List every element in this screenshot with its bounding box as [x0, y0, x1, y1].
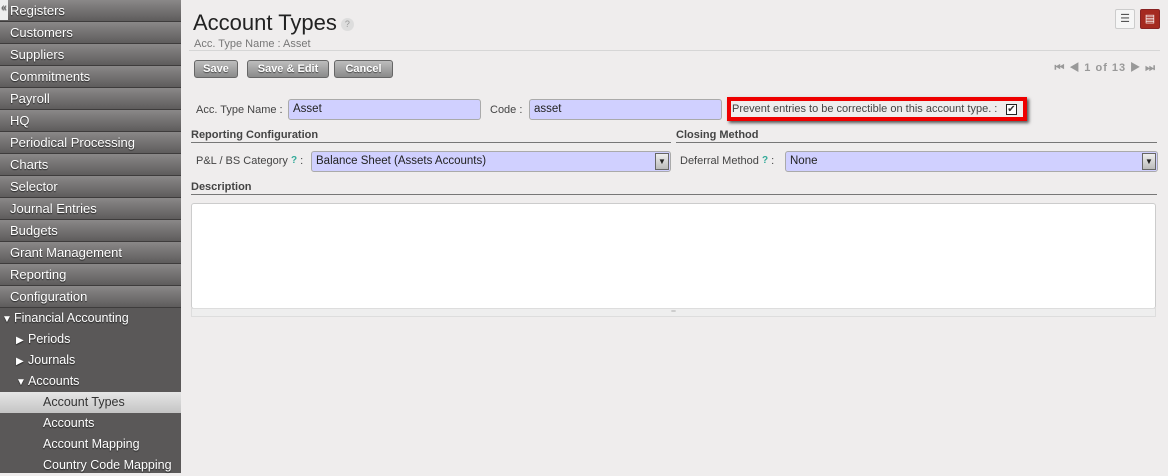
description-textarea[interactable]	[191, 203, 1156, 309]
record-subtitle: Acc. Type Name : Asset	[194, 38, 311, 50]
menu-reporting[interactable]: Reporting	[0, 264, 181, 286]
tree-label: Financial Accounting	[14, 311, 129, 325]
highlight-box: Prevent entries to be correctible on thi…	[727, 97, 1027, 121]
pl-bs-category-label: P&L / BS Category ? :	[196, 155, 303, 167]
sidebar: «Registers Customers Suppliers Commitmen…	[0, 0, 181, 473]
page-title: Account Types?	[193, 10, 354, 36]
triangle-right-icon: ▶	[16, 335, 24, 346]
tree-journals[interactable]: ▶ Journals	[0, 350, 181, 371]
collapse-sidebar-button[interactable]: «	[0, 0, 8, 20]
code-input[interactable]: asset	[529, 99, 722, 120]
tree-account-mapping[interactable]: Account Mapping	[0, 434, 181, 455]
tree-label: Periods	[28, 332, 71, 346]
pl-bs-category-select[interactable]: Balance Sheet (Assets Accounts) ▼	[311, 151, 671, 172]
colon: :	[300, 155, 304, 167]
page-indicator: 1 of 13	[1084, 62, 1127, 74]
form-view-icon[interactable]: ▤	[1140, 9, 1160, 29]
closing-section-header: Closing Method	[676, 129, 1157, 143]
select-value: None	[790, 155, 818, 167]
help-icon[interactable]: ?	[762, 155, 768, 166]
dropdown-arrow-icon[interactable]: ▼	[655, 153, 669, 170]
menu-hq[interactable]: HQ	[0, 110, 181, 132]
list-view-icon[interactable]: ☰	[1115, 9, 1135, 29]
menu-customers[interactable]: Customers	[0, 22, 181, 44]
deferral-method-select[interactable]: None ▼	[785, 151, 1158, 172]
code-label: Code :	[490, 104, 523, 116]
save-button[interactable]: Save	[194, 60, 238, 78]
cancel-button[interactable]: Cancel	[334, 60, 393, 78]
last-page-icon[interactable]: ⏭	[1145, 62, 1156, 74]
triangle-right-icon: ▶	[16, 356, 24, 367]
deferral-method-label: Deferral Method ? :	[680, 155, 774, 167]
title-text: Account Types	[193, 10, 337, 35]
menu-charts[interactable]: Charts	[0, 154, 181, 176]
colon: :	[771, 155, 775, 167]
menu-suppliers[interactable]: Suppliers	[0, 44, 181, 66]
divider	[189, 50, 1160, 51]
help-icon[interactable]: ?	[340, 17, 354, 31]
prevent-entries-checkbox[interactable]: ✔	[1006, 104, 1017, 115]
menu-registers[interactable]: «Registers	[0, 0, 181, 22]
menu-label: Registers	[10, 3, 65, 18]
menu-payroll[interactable]: Payroll	[0, 88, 181, 110]
prev-page-icon[interactable]: ◀	[1069, 62, 1080, 74]
triangle-down-icon: ▼	[2, 314, 12, 325]
menu-selector[interactable]: Selector	[0, 176, 181, 198]
next-page-icon[interactable]: ▶	[1130, 62, 1141, 74]
label-text: Deferral Method	[680, 155, 759, 167]
tree-label: Journals	[28, 353, 76, 367]
dropdown-arrow-icon[interactable]: ▼	[1142, 153, 1156, 170]
first-page-icon[interactable]: ⏮	[1054, 62, 1065, 74]
help-icon[interactable]: ?	[291, 155, 297, 166]
pager: ⏮ ◀ 1 of 13 ▶ ⏭	[1054, 62, 1156, 75]
tree-periods[interactable]: ▶ Periods	[0, 329, 181, 350]
menu-journal-entries[interactable]: Journal Entries	[0, 198, 181, 220]
tree-financial-accounting[interactable]: ▼ Financial Accounting	[0, 308, 181, 329]
main-content: Account Types? Acc. Type Name : Asset ☰ …	[181, 0, 1168, 473]
reporting-section-header: Reporting Configuration	[191, 129, 671, 143]
save-edit-button[interactable]: Save & Edit	[247, 60, 329, 78]
acc-type-name-input[interactable]: Asset	[288, 99, 481, 120]
menu-grant-management[interactable]: Grant Management	[0, 242, 181, 264]
tree-label: Accounts	[28, 374, 80, 388]
select-value: Balance Sheet (Assets Accounts)	[316, 155, 487, 167]
menu-periodical-processing[interactable]: Periodical Processing	[0, 132, 181, 154]
menu-budgets[interactable]: Budgets	[0, 220, 181, 242]
tree-accounts-item[interactable]: Accounts	[0, 413, 181, 434]
label-text: P&L / BS Category	[196, 155, 288, 167]
tree-account-types[interactable]: Account Types	[0, 392, 181, 413]
triangle-down-icon: ▼	[16, 377, 26, 388]
acc-type-name-label: Acc. Type Name :	[196, 104, 283, 116]
menu-commitments[interactable]: Commitments	[0, 66, 181, 88]
menu-configuration[interactable]: Configuration	[0, 286, 181, 308]
tree-accounts[interactable]: ▼ Accounts	[0, 371, 181, 392]
prevent-entries-label: Prevent entries to be correctible on thi…	[732, 103, 998, 115]
resize-handle[interactable]: ═	[191, 308, 1156, 317]
description-section-header: Description	[191, 181, 1157, 195]
